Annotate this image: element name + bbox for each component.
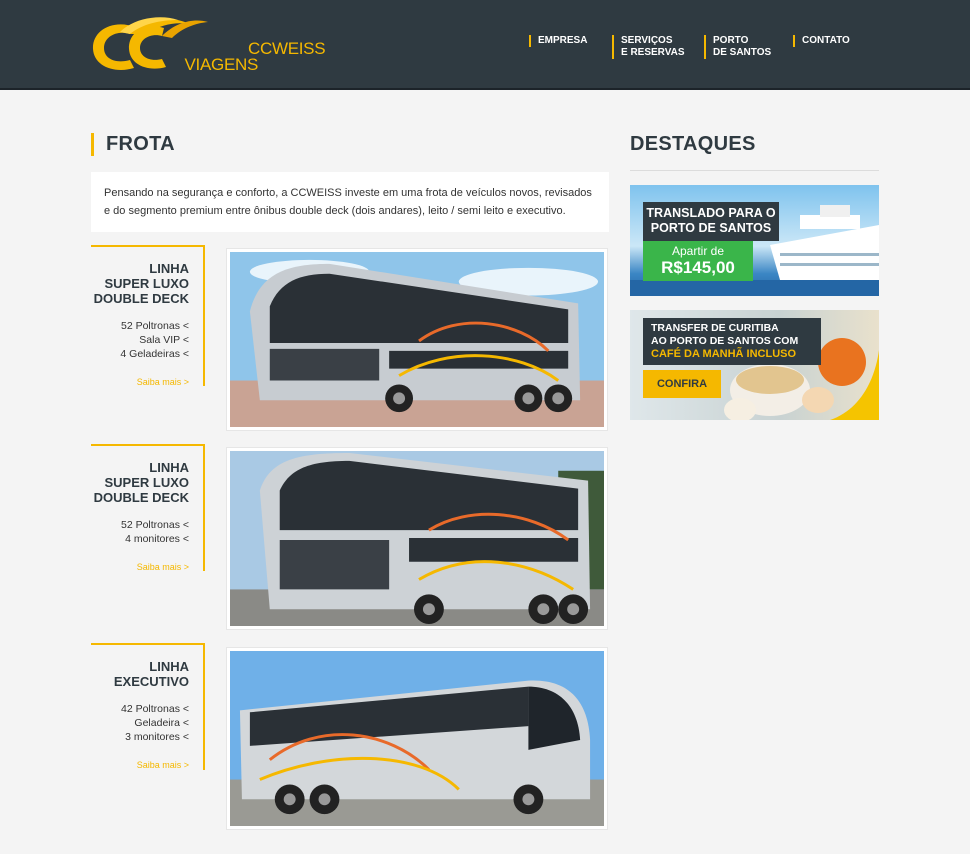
logo-text-line1: CCWEISS (248, 39, 326, 58)
fleet-item-3-photo[interactable] (226, 647, 608, 830)
fleet-item-1-more-link[interactable]: Saiba mais > (91, 377, 189, 387)
ccweiss-logo[interactable]: CCWEISS VIAGENS (90, 14, 326, 76)
frota-intro: Pensando na segurança e conforto, a CCWE… (91, 172, 609, 232)
fleet-item-1-photo[interactable] (226, 248, 608, 431)
nav-servicos-label-1: SERVIÇOS (621, 35, 673, 46)
fleet-name-line: EXECUTIVO (113, 674, 189, 689)
confira-button[interactable]: CONFIRA (643, 370, 721, 398)
site-header: CCWEISS VIAGENS EMPRESA SERVIÇOS E RESER… (0, 0, 970, 90)
feature: 42 Poltronas < (120, 703, 189, 715)
fleet-item-1-info: LINHA SUPER LUXO DOUBLE DECK 52 Poltrona… (91, 245, 205, 387)
fleet-item-3-info: LINHA EXECUTIVO 42 Poltronas < Geladeira… (91, 643, 205, 770)
fleet-item-1-name: LINHA SUPER LUXO DOUBLE DECK (91, 261, 189, 306)
banner-title-line: TRANSLADO PARA O (646, 206, 776, 220)
fleet-name-line: SUPER LUXO (104, 475, 189, 490)
banner-title-line: AO PORTO DE SANTOS COM (651, 335, 799, 347)
feature: Geladeira < (134, 717, 189, 729)
fleet-name-line: DOUBLE DECK (93, 291, 189, 306)
fleet-name-line: DOUBLE DECK (93, 490, 189, 505)
banner-transfer-title: TRANSFER DE CURITIBA AO PORTO DE SANTOS … (643, 318, 821, 365)
nav-contato[interactable]: CONTATO (793, 35, 850, 47)
bus-photo-2 (230, 451, 604, 626)
price-label: Apartir de (671, 244, 725, 258)
banner-translado-price: Apartir de R$145,00 (643, 241, 753, 281)
fleet-item-2-features: 52 Poltronas < 4 monitores < (91, 518, 189, 546)
frota-title: FROTA (91, 133, 175, 156)
feature: 4 monitores < (125, 533, 189, 545)
fleet-item-2-name: LINHA SUPER LUXO DOUBLE DECK (91, 460, 189, 505)
banner-translado-title: TRANSLADO PARA O PORTO DE SANTOS (643, 202, 779, 241)
logo-text-line2: VIAGENS (184, 55, 259, 74)
fleet-item-3-more-link[interactable]: Saiba mais > (91, 760, 189, 770)
bus-photo-3 (230, 651, 604, 826)
nav-empresa-label: EMPRESA (538, 35, 588, 46)
banner-title-line: TRANSFER DE CURITIBA (651, 322, 779, 334)
nav-empresa[interactable]: EMPRESA (529, 35, 587, 47)
feature: 3 monitores < (125, 731, 189, 743)
fleet-item-3-features: 42 Poltronas < Geladeira < 3 monitores < (91, 702, 189, 744)
destaques-divider (630, 170, 879, 171)
nav-servicos-label-2: E RESERVAS (621, 47, 685, 58)
feature: Sala VIP < (139, 334, 189, 346)
fleet-item-1-features: 52 Poltronas < Sala VIP < 4 Geladeiras < (91, 319, 189, 361)
banner-translado[interactable]: TRANSLADO PARA O PORTO DE SANTOS Apartir… (630, 185, 879, 296)
fleet-name-line: LINHA (149, 460, 189, 475)
fleet-item-2-more-link[interactable]: Saiba mais > (91, 562, 189, 572)
price-value: R$145,00 (661, 258, 735, 277)
fleet-name-line: SUPER LUXO (104, 276, 189, 291)
fleet-name-line: LINHA (149, 659, 189, 674)
nav-porto-label-2: DE SANTOS (713, 47, 772, 58)
feature: 52 Poltronas < (120, 320, 189, 332)
nav-porto-label-1: PORTO (713, 35, 749, 46)
fleet-item-3-name: LINHA EXECUTIVO (91, 659, 189, 689)
nav-servicos[interactable]: SERVIÇOS E RESERVAS (612, 35, 685, 59)
bus-photo-1 (230, 252, 604, 427)
banner-transfer-cafe[interactable]: TRANSFER DE CURITIBA AO PORTO DE SANTOS … (630, 310, 879, 420)
destaques-title: DESTAQUES (630, 133, 756, 155)
feature: 4 Geladeiras < (120, 348, 189, 360)
fleet-item-2-photo[interactable] (226, 447, 608, 630)
feature: 52 Poltronas < (120, 519, 189, 531)
nav-contato-label: CONTATO (802, 35, 850, 46)
banner-highlight-line: CAFÉ DA MANHÃ INCLUSO (651, 348, 797, 360)
fleet-name-line: LINHA (149, 261, 189, 276)
nav-porto[interactable]: PORTO DE SANTOS (704, 35, 771, 59)
banner-title-line: PORTO DE SANTOS (650, 221, 772, 235)
fleet-item-2-info: LINHA SUPER LUXO DOUBLE DECK 52 Poltrona… (91, 444, 205, 572)
